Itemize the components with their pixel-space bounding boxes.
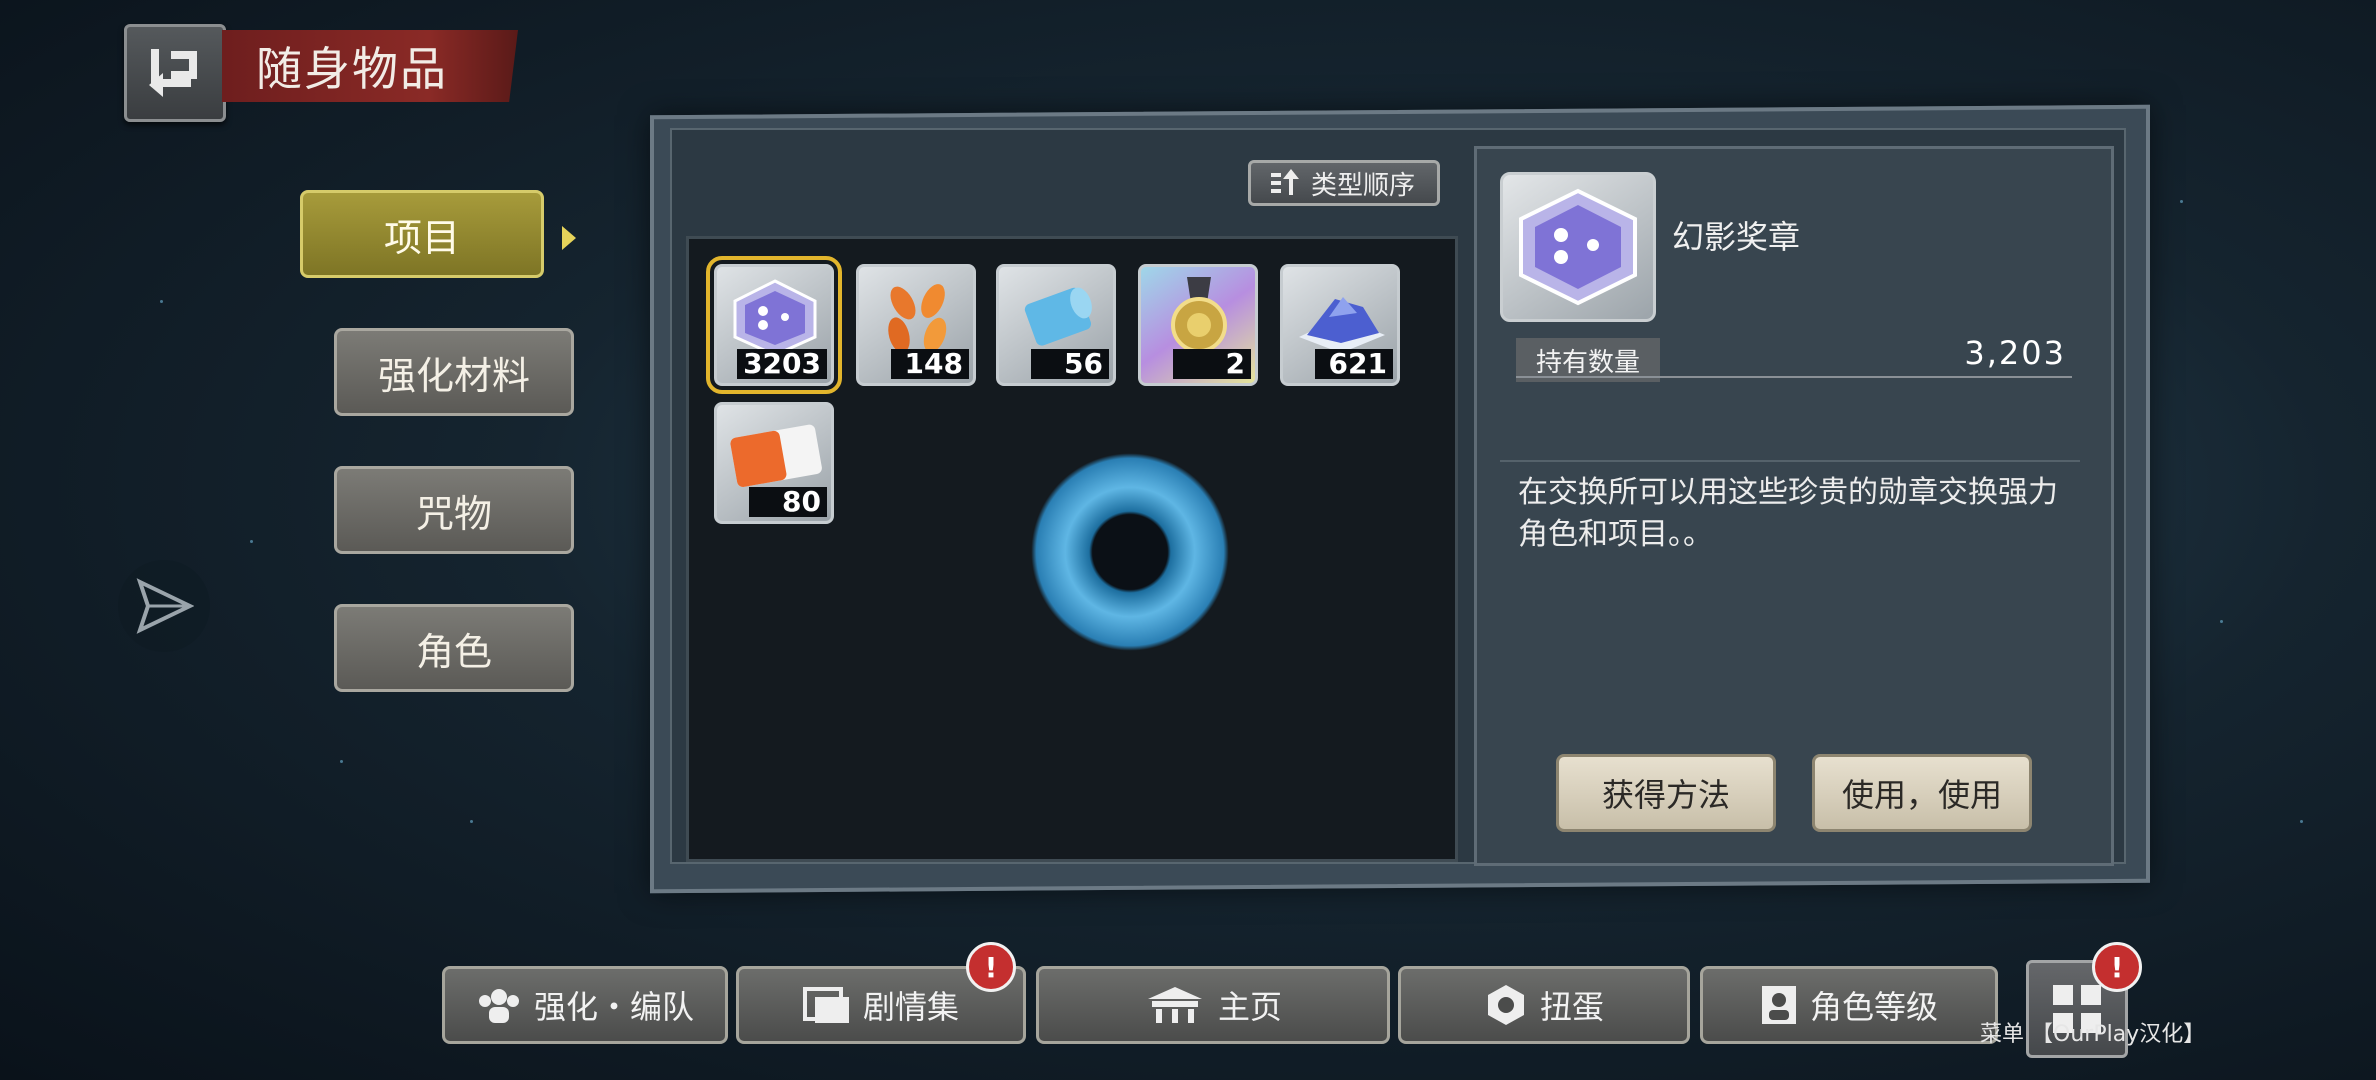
watermark-text: 【OurPlay汉化】 xyxy=(2031,1022,2206,1047)
share-button[interactable] xyxy=(118,560,210,652)
phantom-medal-icon xyxy=(1519,188,1637,306)
sort-button[interactable]: 类型顺序 xyxy=(1248,160,1440,206)
item-blue-crystal-pile[interactable]: 621 xyxy=(1280,264,1400,386)
phantom-medal-icon xyxy=(733,279,817,357)
page-title-banner: 随身物品 xyxy=(222,30,518,102)
nav-label: 主页 xyxy=(1217,988,1282,1026)
tab-label: 角色 xyxy=(415,629,492,674)
nav-home[interactable]: 主页 xyxy=(1036,966,1390,1044)
nav-gacha[interactable]: 扭蛋 xyxy=(1398,966,1690,1044)
nav-label: 剧情集 xyxy=(862,988,959,1026)
item-gold-medal[interactable]: 2 xyxy=(1138,264,1258,386)
menu-alert-badge: ! xyxy=(2092,942,2142,992)
gacha-icon xyxy=(1487,985,1524,1025)
item-orange-ticket[interactable]: 80 xyxy=(714,402,834,524)
sort-label: 类型顺序 xyxy=(1311,170,1416,201)
character-icon xyxy=(1761,986,1796,1024)
crystal-pile-icon xyxy=(1299,297,1385,353)
detail-item-name: 幻影奖章 xyxy=(1672,218,1801,256)
orange-ticket-icon xyxy=(730,424,822,487)
item-blue-scroll[interactable]: 56 xyxy=(996,264,1116,386)
orange-petals-icon xyxy=(888,284,947,353)
item-description: 在交换所可以用这些珍贵的勋章交换强力角色和项目。。 xyxy=(1518,475,2058,552)
back-arrow-icon xyxy=(149,49,197,97)
nav-character-level[interactable]: 角色等级 xyxy=(1700,966,1998,1044)
active-tab-arrow-icon xyxy=(562,226,576,250)
item-count: 148 xyxy=(891,349,969,379)
nav-label: 扭蛋 xyxy=(1539,988,1604,1026)
tab-characters[interactable]: 角色 xyxy=(334,604,574,692)
home-icon xyxy=(1147,987,1202,1023)
tab-label: 强化材料 xyxy=(377,353,530,398)
item-count: 621 xyxy=(1315,349,1393,379)
nav-label: 强化・编队 xyxy=(533,988,694,1026)
quantity-value: 3,203 xyxy=(1964,334,2066,372)
send-icon xyxy=(136,578,194,634)
detail-item-image xyxy=(1500,172,1656,322)
detail-divider xyxy=(1500,460,2080,462)
item-count: 3203 xyxy=(737,349,827,379)
item-orange-petals[interactable]: 148 xyxy=(856,264,976,386)
portal-decoration xyxy=(1000,442,1260,662)
gold-medal-icon xyxy=(1171,277,1227,353)
item-count: 2 xyxy=(1173,349,1251,379)
nav-label: 角色等级 xyxy=(1809,988,1938,1026)
page-title: 随身物品 xyxy=(256,42,448,96)
back-button[interactable] xyxy=(124,24,226,122)
item-phantom-medal[interactable]: 3203 xyxy=(706,256,842,394)
obtain-method-button[interactable]: 获得方法 xyxy=(1556,754,1776,832)
team-icon xyxy=(478,989,519,1023)
story-alert-badge: ! xyxy=(966,942,1016,992)
tab-label: 项目 xyxy=(383,215,460,260)
tab-curios[interactable]: 咒物 xyxy=(334,466,574,554)
sort-icon xyxy=(1271,169,1299,195)
blue-scroll-icon xyxy=(1024,287,1092,346)
tab-materials[interactable]: 强化材料 xyxy=(334,328,574,416)
menu-label: 菜单 【OurPlay汉化】 xyxy=(1980,1022,2206,1047)
nav-team[interactable]: 强化・编队 xyxy=(442,966,728,1044)
story-icon xyxy=(802,987,849,1023)
tab-items[interactable]: 项目 xyxy=(300,190,544,278)
item-count: 56 xyxy=(1031,349,1109,379)
use-button[interactable]: 使用，使用 xyxy=(1812,754,2032,832)
item-count: 80 xyxy=(749,487,827,517)
quantity-underline xyxy=(1516,376,2072,378)
tab-label: 咒物 xyxy=(415,491,492,536)
